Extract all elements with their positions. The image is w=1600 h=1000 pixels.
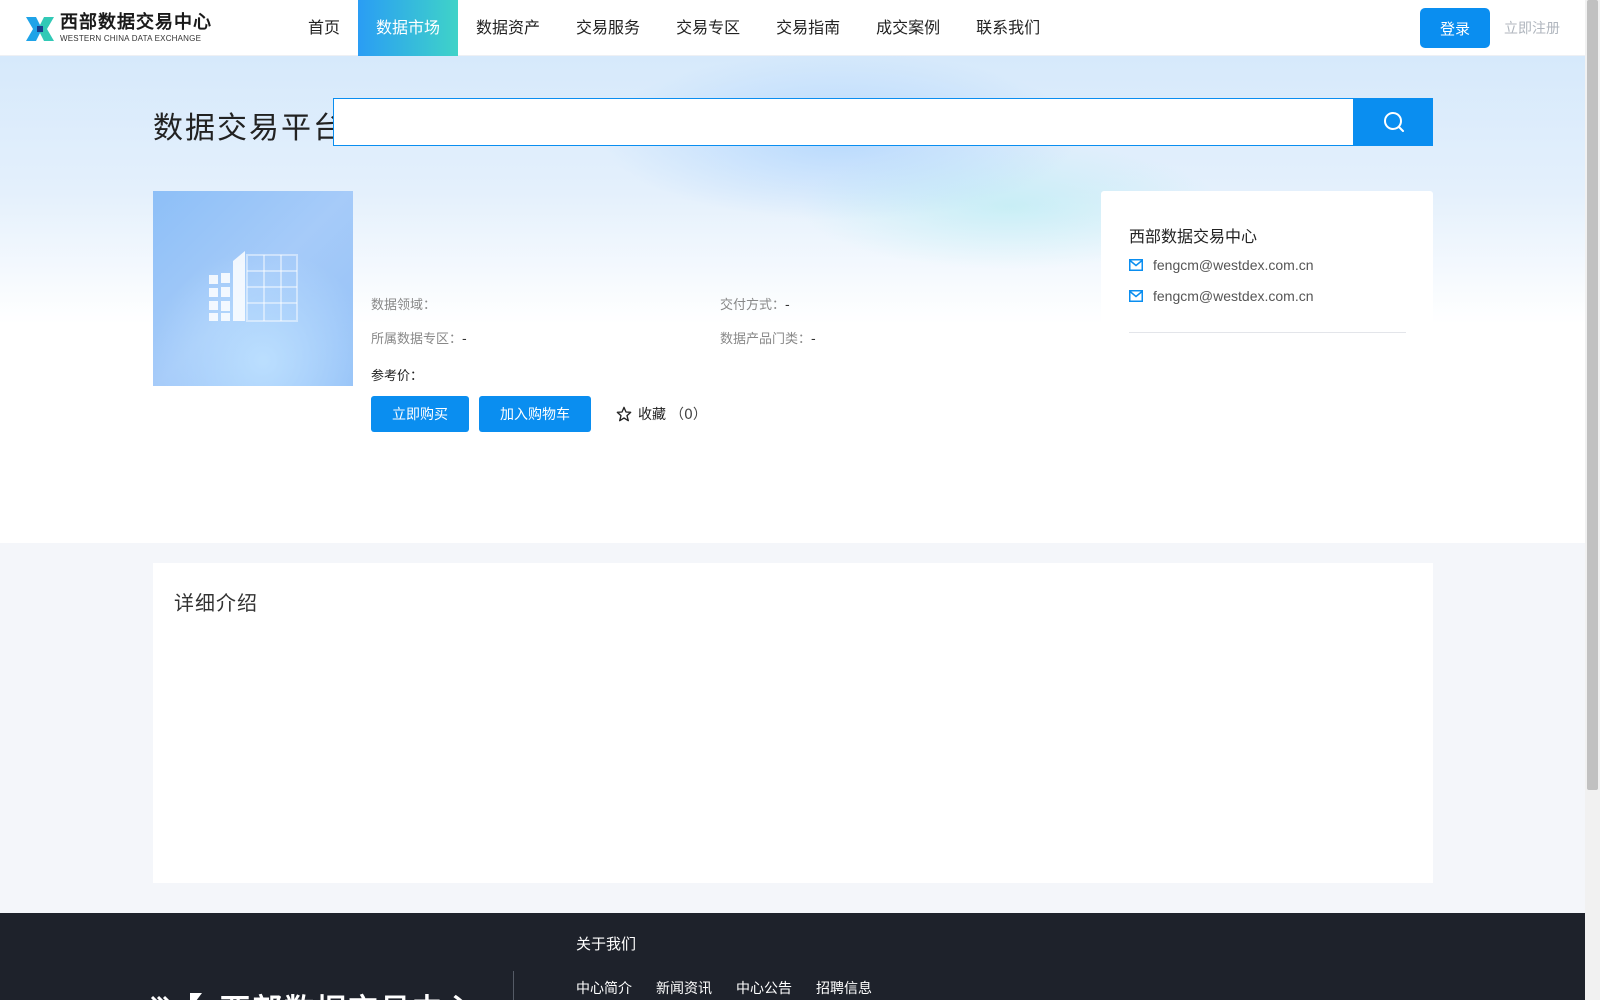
product-category: 数据产品门类：- [720, 328, 816, 347]
category-label: 数据产品门类： [720, 332, 812, 347]
nav-trade-services[interactable]: 交易服务 [558, 0, 658, 56]
footer-link-jobs[interactable]: 招聘信息 [816, 978, 872, 998]
top-header: 西部数据交易中心 WESTERN CHINA DATA EXCHANGE 首页 … [0, 0, 1585, 56]
vendor-email-text: fengcm@westdex.com.cn [1153, 257, 1314, 273]
favorite-button[interactable]: 收藏 （0） [616, 404, 707, 424]
vendor-email-2: fengcm@westdex.com.cn [1129, 288, 1314, 304]
search-icon [1382, 110, 1406, 134]
logo-mark-icon [24, 15, 56, 43]
logo-title: 西部数据交易中心 [60, 12, 212, 33]
nav-trade-zone[interactable]: 交易专区 [658, 0, 758, 56]
nav-data-assets[interactable]: 数据资产 [458, 0, 558, 56]
nav-trade-guide[interactable]: 交易指南 [758, 0, 858, 56]
vendor-name: 西部数据交易中心 [1129, 227, 1258, 246]
building-icon [203, 249, 303, 329]
scrollbar-thumb[interactable] [1587, 0, 1598, 790]
search-button[interactable] [1354, 98, 1433, 146]
nav-cases[interactable]: 成交案例 [858, 0, 958, 56]
footer-logo-icon [150, 989, 210, 1000]
buy-now-button[interactable]: 立即购买 [371, 396, 469, 432]
main-nav: 首页 数据市场 数据资产 交易服务 交易专区 交易指南 成交案例 联系我们 [290, 0, 1058, 56]
login-button[interactable]: 登录 [1420, 8, 1490, 48]
delivery-value: - [785, 298, 790, 313]
favorite-count: （0） [670, 407, 707, 423]
star-icon [616, 406, 632, 422]
detail-section: 详细介绍 [153, 563, 1433, 883]
vendor-card: 西部数据交易中心 fengcm@westdex.com.cn fengcm@we… [1101, 191, 1433, 493]
nav-home[interactable]: 首页 [290, 0, 358, 56]
footer-about-title: 关于我们 [576, 935, 637, 953]
footer-link-intro[interactable]: 中心简介 [576, 978, 632, 998]
footer-link-news[interactable]: 新闻资讯 [656, 978, 712, 998]
footer-brand: 西部数据交易中心 [150, 985, 476, 1000]
vendor-divider [1129, 332, 1406, 333]
logo[interactable]: 西部数据交易中心 WESTERN CHINA DATA EXCHANGE [24, 14, 212, 43]
footer-links: 中心简介 新闻资讯 中心公告 招聘信息 [576, 978, 896, 998]
vendor-email-1: fengcm@westdex.com.cn [1129, 257, 1314, 273]
register-link[interactable]: 立即注册 [1504, 18, 1560, 38]
mail-icon [1129, 259, 1143, 271]
category-value: - [811, 332, 816, 347]
add-to-cart-button[interactable]: 加入购物车 [479, 396, 591, 432]
delivery-method: 交付方式：- [720, 294, 790, 313]
footer-brand-text: 西部数据交易中心 [220, 985, 476, 1000]
page-scrollbar[interactable] [1585, 0, 1600, 1000]
data-field-label: 数据领域： [371, 298, 437, 313]
favorite-label: 收藏 [638, 407, 666, 423]
nav-contact[interactable]: 联系我们 [958, 0, 1058, 56]
footer-divider [513, 971, 514, 1000]
nav-data-market[interactable]: 数据市场 [358, 0, 459, 56]
detail-title: 详细介绍 [174, 591, 258, 615]
zone-value: - [462, 332, 467, 347]
platform-title: 数据交易平台 [153, 111, 345, 146]
data-zone: 所属数据专区：- [371, 328, 467, 347]
zone-label: 所属数据专区： [371, 332, 463, 347]
footer: 西部数据交易中心 关于我们 中心简介 新闻资讯 中心公告 招聘信息 [0, 913, 1585, 1000]
product-image [153, 191, 353, 386]
delivery-label: 交付方式： [720, 298, 786, 313]
reference-price-label: 参考价： [371, 369, 424, 384]
mail-icon [1129, 290, 1143, 302]
footer-link-notice[interactable]: 中心公告 [736, 978, 792, 998]
logo-subtitle: WESTERN CHINA DATA EXCHANGE [60, 34, 202, 43]
data-field: 数据领域： [371, 294, 436, 313]
vendor-email-text: fengcm@westdex.com.cn [1153, 288, 1314, 304]
search-input[interactable] [333, 98, 1354, 146]
